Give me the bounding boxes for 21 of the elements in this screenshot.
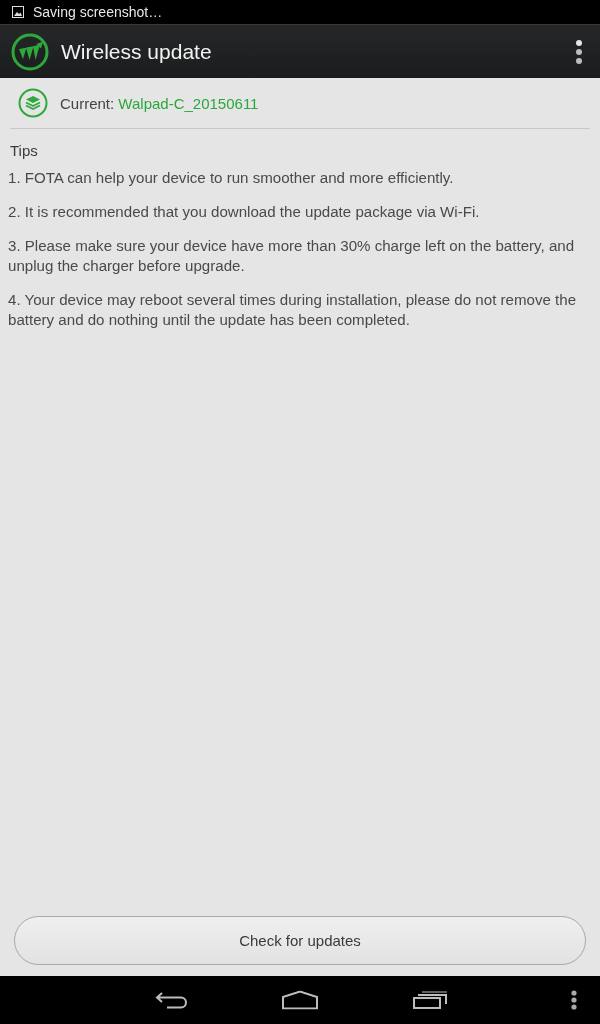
tip-text: 2. It is recommended that you download the update package via Wi-Fi. xyxy=(8,202,481,222)
app-title: Wireless update xyxy=(61,39,213,64)
check-for-updates-button[interactable]: Check for updates xyxy=(14,916,586,965)
logo-icon xyxy=(11,32,49,71)
overflow-menu-icon xyxy=(571,990,577,1010)
tip-text: 3. Please make sure your device have more than 30% charge left on the battery, and unplug the charger before upgrade. xyxy=(8,236,576,276)
tip-text: 1. FOTA can help your device to run smoother and more efficiently. xyxy=(8,168,455,188)
picture-icon xyxy=(12,6,24,18)
home-icon xyxy=(282,990,318,1010)
back-icon xyxy=(155,991,189,1009)
home-button[interactable] xyxy=(282,990,318,1010)
notification-text: Saving screenshot… xyxy=(33,4,163,20)
tip-text: 4. Your device may reboot several times during installation, please do not remove the battery and do nothing until the update has been completed. xyxy=(8,290,578,330)
menu-button[interactable] xyxy=(571,990,577,1010)
layers-icon xyxy=(18,88,48,118)
tips-heading: Tips xyxy=(10,142,39,159)
overflow-menu-icon xyxy=(576,39,582,64)
back-button[interactable] xyxy=(155,991,189,1009)
recent-apps-button[interactable] xyxy=(413,991,448,1009)
recent-apps-icon xyxy=(413,991,448,1009)
current-version-text: Current: Walpad-C_20150611 xyxy=(60,94,259,112)
